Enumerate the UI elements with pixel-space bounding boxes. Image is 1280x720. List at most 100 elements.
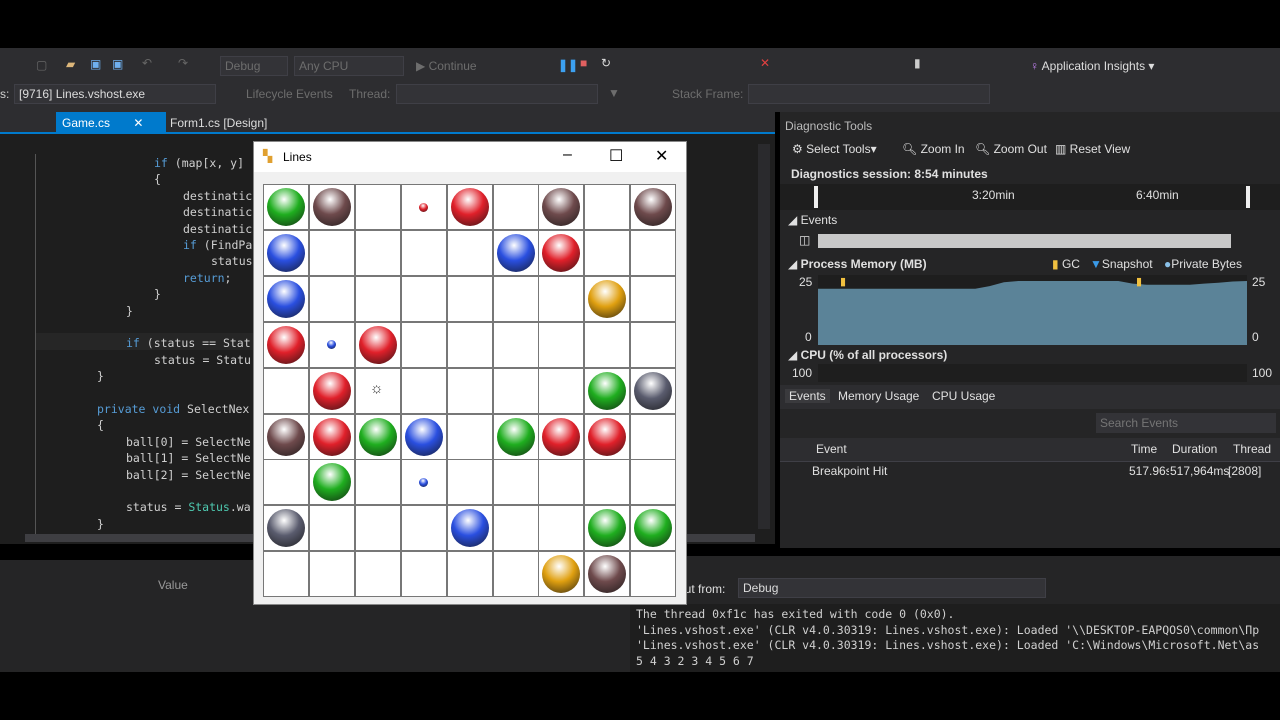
board-cell[interactable] bbox=[308, 275, 355, 322]
board-cell[interactable] bbox=[630, 184, 677, 230]
reset-view-button[interactable]: ▥ Reset View bbox=[1055, 142, 1130, 156]
board-cell[interactable]: ☼ bbox=[354, 367, 401, 414]
board-cell[interactable] bbox=[446, 413, 493, 460]
board-cell[interactable] bbox=[446, 229, 493, 276]
board-cell[interactable] bbox=[538, 459, 585, 506]
board-cell[interactable] bbox=[354, 229, 401, 276]
board-cell[interactable] bbox=[492, 413, 539, 460]
tab-memory-usage[interactable]: Memory Usage bbox=[838, 389, 919, 403]
board-cell[interactable] bbox=[584, 367, 631, 414]
config-dropdown[interactable]: Debug bbox=[220, 56, 288, 76]
memory-section-label[interactable]: ◢ Process Memory (MB) bbox=[788, 257, 927, 271]
process-dropdown[interactable]: [9716] Lines.vshost.exe bbox=[14, 84, 216, 104]
board-cell[interactable] bbox=[400, 505, 447, 552]
exception-icon[interactable]: ✕ bbox=[760, 56, 770, 70]
board-cell[interactable] bbox=[492, 459, 539, 506]
zoom-out-button[interactable]: 🔍︎ Zoom Out bbox=[975, 142, 1047, 156]
search-events-input[interactable] bbox=[1096, 413, 1276, 433]
thread-dropdown[interactable] bbox=[396, 84, 598, 104]
board-cell[interactable] bbox=[400, 367, 447, 414]
pause-icon[interactable]: ◫ bbox=[799, 233, 810, 247]
board-cell[interactable] bbox=[492, 321, 539, 368]
application-insights-button[interactable]: ♀ Application Insights ▾ bbox=[1030, 59, 1154, 73]
board-cell[interactable] bbox=[584, 184, 631, 230]
break-all-icon[interactable]: ❚❚ bbox=[558, 58, 578, 72]
board-cell[interactable] bbox=[492, 551, 539, 598]
board-cell[interactable] bbox=[400, 184, 447, 230]
save-icon[interactable]: ▣ bbox=[90, 57, 101, 71]
platform-dropdown[interactable]: Any CPU bbox=[294, 56, 404, 76]
lifecycle-events-button[interactable]: Lifecycle Events bbox=[246, 87, 333, 101]
board-cell[interactable] bbox=[354, 505, 401, 552]
select-tools-button[interactable]: ⚙ Select Tools▾ bbox=[792, 142, 877, 156]
board-cell[interactable] bbox=[492, 229, 539, 276]
board-cell[interactable] bbox=[630, 551, 677, 598]
cpu-graph[interactable] bbox=[818, 364, 1247, 382]
board-cell[interactable] bbox=[584, 321, 631, 368]
board-cell[interactable] bbox=[630, 321, 677, 368]
board-cell[interactable] bbox=[630, 367, 677, 414]
board-cell[interactable] bbox=[630, 413, 677, 460]
board-cell[interactable] bbox=[308, 184, 355, 230]
board-cell[interactable] bbox=[308, 459, 355, 506]
board-cell[interactable] bbox=[263, 413, 309, 460]
board-cell[interactable] bbox=[354, 413, 401, 460]
column-thread[interactable]: Thread bbox=[1233, 442, 1271, 456]
board-cell[interactable] bbox=[446, 505, 493, 552]
restart-icon[interactable]: ↻ bbox=[601, 56, 611, 70]
board-cell[interactable] bbox=[446, 551, 493, 598]
close-button[interactable]: ✕ bbox=[655, 146, 668, 166]
board-cell[interactable] bbox=[446, 184, 493, 230]
board-cell[interactable] bbox=[446, 275, 493, 322]
board-cell[interactable] bbox=[308, 413, 355, 460]
board-cell[interactable] bbox=[263, 459, 309, 506]
board-cell[interactable] bbox=[538, 367, 585, 414]
tab-cpu-usage[interactable]: CPU Usage bbox=[932, 389, 995, 403]
new-project-icon[interactable]: ▢ bbox=[36, 58, 47, 72]
board-cell[interactable] bbox=[630, 505, 677, 552]
board-cell[interactable] bbox=[263, 275, 309, 322]
board-cell[interactable] bbox=[400, 551, 447, 598]
board-cell[interactable] bbox=[630, 459, 677, 506]
board-cell[interactable] bbox=[400, 321, 447, 368]
board-cell[interactable] bbox=[538, 321, 585, 368]
board-cell[interactable] bbox=[584, 413, 631, 460]
board-cell[interactable] bbox=[630, 275, 677, 322]
cpu-section-label[interactable]: ◢ CPU (% of all processors) bbox=[788, 348, 947, 362]
column-time[interactable]: Time bbox=[1131, 442, 1157, 456]
tab-game-cs[interactable]: Game.cs ✕ bbox=[56, 112, 166, 134]
column-duration[interactable]: Duration bbox=[1172, 442, 1217, 456]
open-icon[interactable]: ▰ bbox=[66, 57, 75, 71]
board-cell[interactable] bbox=[492, 367, 539, 414]
column-event[interactable]: Event bbox=[816, 442, 847, 456]
board-cell[interactable] bbox=[308, 505, 355, 552]
board-cell[interactable] bbox=[492, 275, 539, 322]
board-cell[interactable] bbox=[263, 321, 309, 368]
board-cell[interactable] bbox=[400, 275, 447, 322]
board-cell[interactable] bbox=[263, 184, 309, 230]
board-cell[interactable] bbox=[263, 367, 309, 414]
board-cell[interactable] bbox=[584, 229, 631, 276]
maximize-button[interactable]: ☐ bbox=[609, 146, 623, 166]
stop-icon[interactable]: ■ bbox=[580, 56, 587, 70]
tab-form1-design[interactable]: Form1.cs [Design] bbox=[170, 116, 267, 130]
board-cell[interactable] bbox=[263, 229, 309, 276]
save-all-icon[interactable]: ▣ bbox=[112, 57, 123, 71]
board-cell[interactable] bbox=[538, 229, 585, 276]
board-cell[interactable] bbox=[584, 459, 631, 506]
board-cell[interactable] bbox=[400, 229, 447, 276]
board-cell[interactable] bbox=[308, 321, 355, 368]
board-cell[interactable] bbox=[308, 551, 355, 598]
close-tab-icon[interactable]: ✕ bbox=[133, 116, 143, 130]
board-cell[interactable] bbox=[584, 275, 631, 322]
board-cell[interactable] bbox=[538, 413, 585, 460]
board-cell[interactable] bbox=[263, 505, 309, 552]
game-board[interactable]: ☼ bbox=[263, 184, 678, 599]
board-cell[interactable] bbox=[354, 551, 401, 598]
redo-icon[interactable]: ↷ bbox=[178, 56, 188, 70]
vertical-scrollbar[interactable] bbox=[758, 144, 770, 529]
undo-icon[interactable]: ↶ bbox=[142, 56, 152, 70]
board-cell[interactable] bbox=[538, 551, 585, 598]
memory-graph[interactable]: ▮ ▮ bbox=[818, 275, 1247, 345]
bookmark-icon[interactable]: ▮ bbox=[914, 56, 921, 70]
